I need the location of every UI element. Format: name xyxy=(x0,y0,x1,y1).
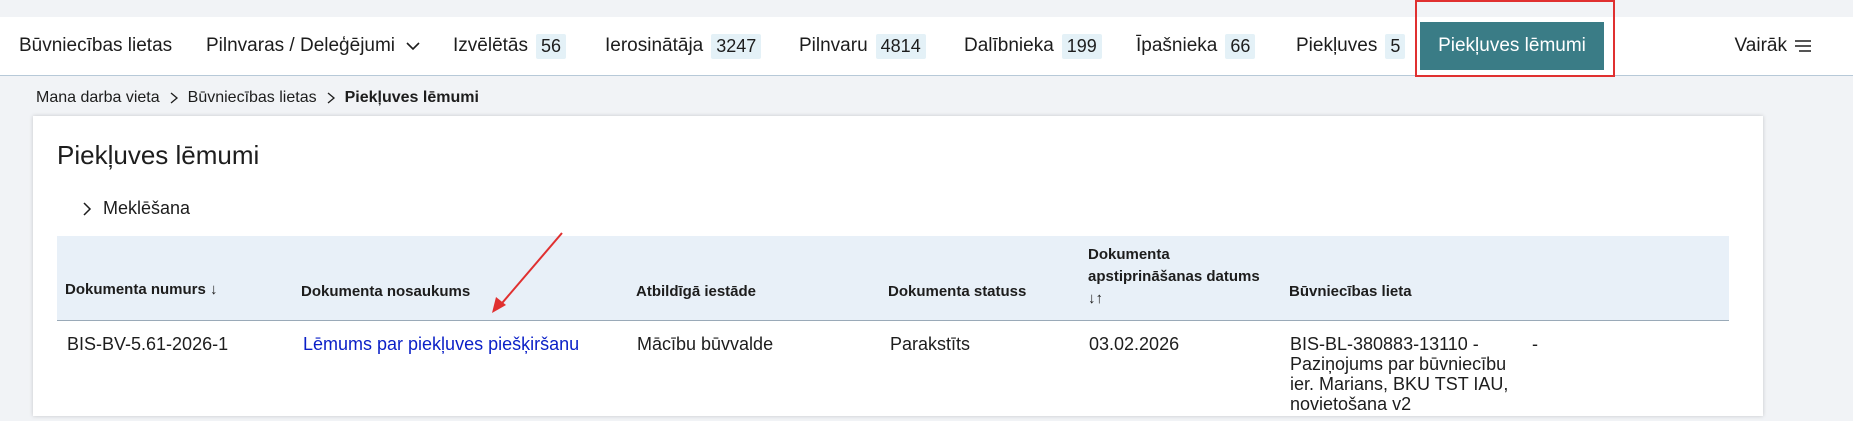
column-header-number[interactable]: Dokumenta numurs ↓ xyxy=(65,279,218,301)
case-line: novietošana v2 xyxy=(1290,394,1412,414)
tab-label: Piekļuves xyxy=(1296,35,1378,56)
table-row: BIS-BV-5.61-2026-1 Lēmums par piekļuves … xyxy=(57,321,1729,421)
column-header-name[interactable]: Dokumenta nosaukums xyxy=(301,281,470,303)
tab-buvniecibas-lietas[interactable]: Būvniecības lietas xyxy=(19,17,172,75)
breadcrumb: Mana darba vieta Būvniecības lietas Piek… xyxy=(36,86,479,110)
tab-ipasnieka[interactable]: Īpašnieka 66 xyxy=(1136,17,1256,75)
column-header-case[interactable]: Būvniecības lieta xyxy=(1289,281,1412,303)
breadcrumb-current: Piekļuves lēmumi xyxy=(344,89,479,106)
tab-label: Būvniecības lietas xyxy=(19,35,173,56)
breadcrumb-item-cases[interactable]: Būvniecības lietas xyxy=(188,89,317,107)
tab-piekluves-lemumi[interactable]: Piekļuves lēmumi xyxy=(1420,22,1604,70)
column-header-date[interactable]: Dokumenta apstiprināšanas datums ↓↑ xyxy=(1088,244,1260,310)
cell-extra: - xyxy=(1532,334,1538,354)
more-menu-button[interactable]: Vairāk xyxy=(1735,17,1813,75)
chevron-down-icon xyxy=(406,42,420,51)
tab-dalibnieka[interactable]: Dalībnieka 199 xyxy=(964,17,1102,75)
breadcrumb-item-home[interactable]: Mana darba vieta xyxy=(36,89,160,107)
tab-label: Pilnvaru xyxy=(799,35,868,56)
search-toggle-label: Meklēšana xyxy=(103,198,191,218)
count-badge: 66 xyxy=(1225,33,1256,59)
chevron-right-icon xyxy=(83,201,92,216)
cell-date: 03.02.2026 xyxy=(1089,334,1180,354)
tab-piekluves[interactable]: Piekļuves 5 xyxy=(1296,17,1406,75)
header-label: Dokumenta nosaukums xyxy=(301,283,471,300)
case-line: BIS-BL-380883-13110 - xyxy=(1290,334,1479,354)
content-card: Piekļuves lēmumi Meklēšana Dokumenta num… xyxy=(33,116,1763,416)
chevron-right-icon xyxy=(170,92,178,104)
table-header: Dokumenta numurs ↓ Dokumenta nosaukums A… xyxy=(57,236,1729,321)
header-label: Dokumenta numurs ↓ xyxy=(65,281,218,298)
header-label: Dokumenta statuss xyxy=(888,283,1027,300)
case-line: ier. Marians, BKU TST IAU, xyxy=(1290,374,1509,394)
tab-pilnvaras-delegejumi[interactable]: Pilnvaras / Deleģējumi xyxy=(206,17,421,75)
case-line: Paziņojums par būvniecību xyxy=(1290,354,1507,374)
count-badge: 5 xyxy=(1385,33,1406,59)
header-label: apstiprināšanas datums xyxy=(1088,268,1260,285)
header-label: Dokumenta xyxy=(1088,246,1170,263)
tab-pilnvaru[interactable]: Pilnvaru 4814 xyxy=(799,17,926,75)
column-header-status[interactable]: Dokumenta statuss xyxy=(888,281,1026,303)
header-label: Būvniecības lieta xyxy=(1289,283,1412,300)
tab-ierosinataja[interactable]: Ierosinātāja 3247 xyxy=(605,17,762,75)
cell-status: Parakstīts xyxy=(890,334,971,354)
tab-label: Ierosinātāja xyxy=(605,35,704,56)
search-toggle[interactable]: Meklēšana xyxy=(81,198,190,219)
count-badge: 56 xyxy=(535,33,567,59)
annotation-arrow-icon xyxy=(492,232,563,313)
cell-authority: Mācību būvvalde xyxy=(637,334,774,354)
sort-icon: ↓↑ xyxy=(1088,290,1103,307)
count-badge: 199 xyxy=(1061,33,1102,59)
tab-label: Dalībnieka xyxy=(964,35,1054,56)
header-label: Atbildīgā iestāde xyxy=(636,283,757,300)
tab-label: Pilnvaras / Deleģējumi xyxy=(206,35,396,56)
more-label: Vairāk xyxy=(1734,35,1787,56)
page-title: Piekļuves lēmumi xyxy=(57,140,260,170)
document-link[interactable]: Lēmums par piekļuves piešķiršanu xyxy=(303,334,579,354)
tab-label: Izvēlētās xyxy=(453,35,528,56)
cell-case: BIS-BL-380883-13110 - Paziņojums par būv… xyxy=(1290,334,1508,414)
chevron-right-icon xyxy=(327,92,335,104)
tab-izveletas[interactable]: Izvēlētās 56 xyxy=(453,17,567,75)
count-badge: 4814 xyxy=(875,33,926,59)
cell-number: BIS-BV-5.61-2026-1 xyxy=(67,334,229,354)
hamburger-icon xyxy=(1795,40,1811,52)
count-badge: 3247 xyxy=(711,33,762,59)
tab-label: Īpašnieka xyxy=(1136,35,1218,56)
tab-label: Piekļuves lēmumi xyxy=(1438,35,1586,56)
column-header-authority[interactable]: Atbildīgā iestāde xyxy=(636,281,756,303)
